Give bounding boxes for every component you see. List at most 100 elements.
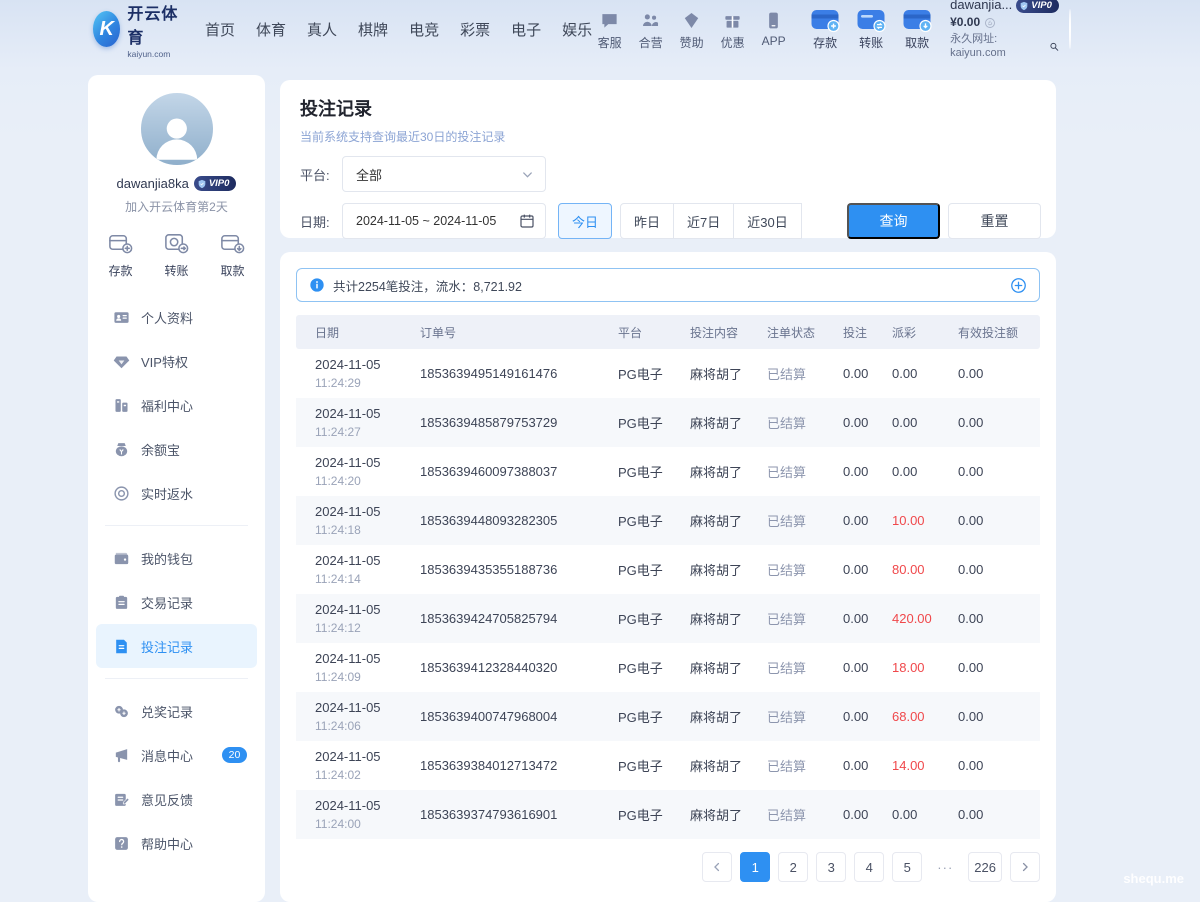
nav-item[interactable]: 首页 <box>205 19 235 40</box>
sidebar-item-icon <box>113 594 130 611</box>
cell-platform: PG电子 <box>618 511 690 530</box>
main-nav: 首页体育真人棋牌电竞彩票电子娱乐 <box>205 19 592 40</box>
cell-platform: PG电子 <box>618 560 690 579</box>
next-page-button[interactable] <box>1010 852 1040 882</box>
chevron-down-icon <box>520 167 535 182</box>
cell-status: 已结算 <box>767 364 843 383</box>
table-row[interactable]: 2024-11-05 11:24:00 1853639374793616901 … <box>296 790 1040 839</box>
sidebar-item-label: 交易记录 <box>141 593 193 612</box>
page-number-button[interactable]: ··· <box>930 852 960 882</box>
page-number-button[interactable]: 3 <box>816 852 846 882</box>
table-column-header: 注单状态 <box>767 324 843 341</box>
query-button[interactable]: 查询 <box>847 203 940 239</box>
quick-date-filter-button[interactable]: 近7日 <box>673 203 734 239</box>
sidebar-item[interactable]: 兑奖记录 <box>96 689 257 733</box>
refresh-balance-icon[interactable] <box>984 17 996 29</box>
quick-date-filter-button[interactable]: 今日 <box>558 203 612 239</box>
nav-item[interactable]: 电子 <box>511 19 541 40</box>
table-row[interactable]: 2024-11-05 11:24:06 1853639400747968004 … <box>296 692 1040 741</box>
divider <box>105 525 248 526</box>
sidebar-item[interactable]: 投注记录 <box>96 624 257 668</box>
table-row[interactable]: 2024-11-05 11:24:12 1853639424705825794 … <box>296 594 1040 643</box>
page-number-button[interactable]: 2 <box>778 852 808 882</box>
cell-bet-amount: 0.00 <box>843 709 892 724</box>
page-number-button[interactable]: 4 <box>854 852 884 882</box>
profile-quick-action[interactable]: 取款 <box>219 230 246 279</box>
cell-platform: PG电子 <box>618 413 690 432</box>
header-tool-icon <box>641 11 660 30</box>
avatar[interactable] <box>140 92 214 166</box>
profile-quick-action[interactable]: 存款 <box>107 230 134 279</box>
cell-payout: 18.00 <box>892 660 958 675</box>
table-row[interactable]: 2024-11-05 11:24:29 1853639495149161476 … <box>296 349 1040 398</box>
page-number-button[interactable]: 226 <box>968 852 1002 882</box>
sidebar-item[interactable]: 个人资料 <box>96 295 257 339</box>
cell-bet-amount: 0.00 <box>843 464 892 479</box>
table-row[interactable]: 2024-11-05 11:24:14 1853639435355188736 … <box>296 545 1040 594</box>
chevron-right-icon <box>1018 860 1032 874</box>
header-tool[interactable]: 客服 <box>592 8 627 51</box>
avatar[interactable] <box>1069 9 1071 49</box>
table-row[interactable]: 2024-11-05 11:24:18 1853639448093282305 … <box>296 496 1040 545</box>
reset-button[interactable]: 重置 <box>948 203 1041 239</box>
date-range-input[interactable]: 2024-11-05 ~ 2024-11-05 <box>342 203 546 239</box>
header-tool[interactable]: APP <box>756 8 791 51</box>
table-row[interactable]: 2024-11-05 11:24:09 1853639412328440320 … <box>296 643 1040 692</box>
sidebar-item[interactable]: 福利中心 <box>96 383 257 427</box>
profile-quick-action[interactable]: 转账 <box>163 230 190 279</box>
platform-selected-value: 全部 <box>356 165 382 184</box>
cell-payout: 10.00 <box>892 513 958 528</box>
cell-status: 已结算 <box>767 805 843 824</box>
prev-page-button[interactable] <box>702 852 732 882</box>
brand-logo[interactable]: K 开云体育 kaiyun.com <box>93 0 179 59</box>
table-column-header: 投注 <box>843 324 892 341</box>
sidebar-item[interactable]: 帮助中心 <box>96 821 257 865</box>
page-number-button[interactable]: 5 <box>892 852 922 882</box>
search-icon[interactable] <box>1049 41 1059 52</box>
sidebar-item[interactable]: 意见反馈 <box>96 777 257 821</box>
sidebar-item-icon <box>113 550 130 567</box>
sidebar-item[interactable]: 余额宝 <box>96 427 257 471</box>
nav-item[interactable]: 电竞 <box>409 19 439 40</box>
sidebar-item[interactable]: 实时返水 <box>96 471 257 515</box>
header-tool[interactable]: 赞助 <box>674 8 709 51</box>
sidebar-item-icon <box>113 703 130 720</box>
table-column-header: 派彩 <box>892 324 958 341</box>
user-summary[interactable]: dawanjia... VIP0 ¥0.00 永久网址: kaiyun.com <box>950 0 1059 61</box>
cell-bet-content: 麻将胡了 <box>690 658 767 677</box>
cell-date: 2024-11-05 11:24:14 <box>315 553 420 586</box>
page-number-button[interactable]: 1 <box>740 852 770 882</box>
sidebar-item-label: 消息中心 <box>141 746 193 765</box>
expand-plus-icon[interactable] <box>1010 277 1027 294</box>
sidebar-item[interactable]: VIP特权 <box>96 339 257 383</box>
sidebar-item[interactable]: 我的钱包 <box>96 536 257 580</box>
wallet-tool[interactable]: 存款 <box>806 7 844 51</box>
nav-item[interactable]: 体育 <box>256 19 286 40</box>
header-tool[interactable]: 合营 <box>633 8 668 51</box>
table-row[interactable]: 2024-11-05 11:24:27 1853639485879753729 … <box>296 398 1040 447</box>
sidebar-item[interactable]: 交易记录 <box>96 580 257 624</box>
cell-payout: 420.00 <box>892 611 958 626</box>
table-row[interactable]: 2024-11-05 11:24:02 1853639384012713472 … <box>296 741 1040 790</box>
nav-item[interactable]: 棋牌 <box>358 19 388 40</box>
cell-bet-amount: 0.00 <box>843 807 892 822</box>
wallet-tool[interactable]: 转账 <box>852 7 890 51</box>
permanent-url: 永久网址: kaiyun.com <box>950 32 1047 61</box>
quick-date-filter-button[interactable]: 近30日 <box>733 203 801 239</box>
cell-date: 2024-11-05 11:24:12 <box>315 602 420 635</box>
cell-bet-amount: 0.00 <box>843 513 892 528</box>
quick-date-filter-button[interactable]: 昨日 <box>620 203 674 239</box>
header-tool-label: APP <box>756 34 791 48</box>
header-tool[interactable]: 优惠 <box>715 8 750 51</box>
wallet-tool[interactable]: 取款 <box>898 7 936 51</box>
cell-bet-content: 麻将胡了 <box>690 511 767 530</box>
platform-select[interactable]: 全部 <box>342 156 546 192</box>
sidebar-item-icon <box>113 638 130 655</box>
nav-item[interactable]: 真人 <box>307 19 337 40</box>
nav-item[interactable]: 彩票 <box>460 19 490 40</box>
cell-bet-amount: 0.00 <box>843 562 892 577</box>
table-row[interactable]: 2024-11-05 11:24:20 1853639460097388037 … <box>296 447 1040 496</box>
cell-date: 2024-11-05 11:24:00 <box>315 798 420 831</box>
nav-item[interactable]: 娱乐 <box>562 19 592 40</box>
sidebar-item[interactable]: 消息中心 20 <box>96 733 257 777</box>
